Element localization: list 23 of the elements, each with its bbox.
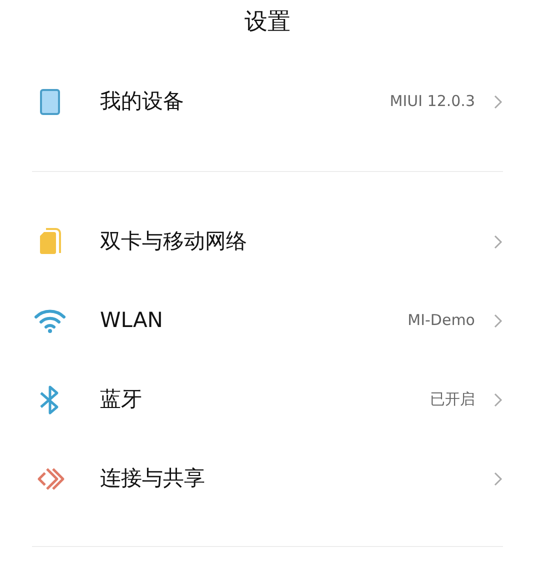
chevron-right-icon: [493, 234, 503, 250]
chevron-right-icon: [493, 94, 503, 110]
row-label: 蓝牙: [100, 386, 143, 413]
page-title: 设置: [244, 8, 290, 37]
settings-row[interactable]: 蓝牙 已开启: [0, 360, 535, 439]
row-value: MIUI 12.0.3: [390, 91, 475, 112]
row-label: 连接与共享: [100, 464, 206, 492]
settings-row[interactable]: WLAN MI-Demo: [0, 281, 535, 360]
row-label: 我的设备: [100, 88, 185, 115]
row-label: 双卡与移动网络: [100, 228, 248, 255]
settings-row[interactable]: 连接与共享: [0, 439, 535, 518]
sim-card-icon: [38, 228, 62, 256]
settings-row[interactable]: 双卡与移动网络: [0, 202, 535, 281]
chevron-right-icon: [493, 470, 503, 486]
row-value: MI-Demo: [408, 310, 475, 332]
row-value: 已开启: [430, 389, 475, 410]
chevron-right-icon: [493, 312, 503, 328]
chevron-right-icon: [493, 392, 503, 408]
tablet-icon: [40, 88, 60, 114]
row-label: WLAN: [100, 306, 164, 334]
wifi-icon: [34, 308, 66, 332]
settings-row[interactable]: 我的设备 MIUI 12.0.3: [0, 62, 535, 141]
connection-icon: [35, 466, 65, 492]
